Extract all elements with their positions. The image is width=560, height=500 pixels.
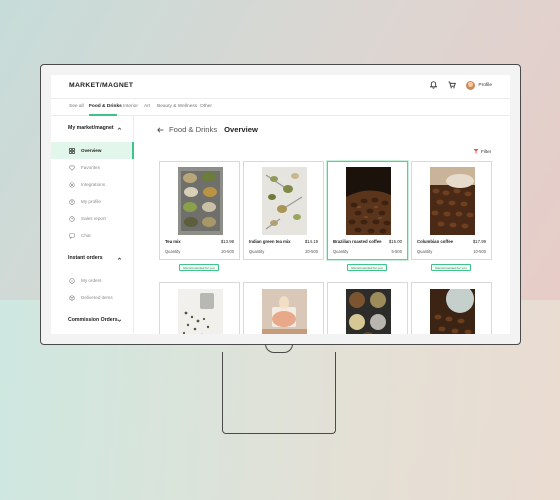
recommended-badge: Recommended for you	[431, 264, 471, 271]
product-card[interactable]	[243, 282, 324, 334]
quantity-label: Quantity	[333, 249, 349, 254]
quantity-range: 5-500	[391, 249, 402, 254]
sidebar-section-my-market[interactable]: My market/magnet	[68, 125, 114, 131]
grid-icon	[69, 147, 75, 154]
chevron-down-icon[interactable]	[117, 318, 122, 323]
sidebar-item-favorites[interactable]: Favorites	[51, 159, 134, 176]
tab-beauty-wellness[interactable]: Beauty & Wellness	[157, 104, 197, 109]
tab-art[interactable]: Art	[144, 104, 150, 109]
category-tabs: See all Food & Drinks Interior Art Beaut…	[51, 99, 510, 116]
quantity-range: 20-500	[221, 249, 234, 254]
profile-label: Profile	[478, 82, 492, 88]
sidebar-item-label: My orders	[81, 278, 102, 283]
tab-see-all[interactable]: See all	[69, 104, 84, 109]
breadcrumb-parent[interactable]: Food & Drinks	[169, 125, 217, 134]
sidebar-item-delivered-items[interactable]: Delivered items	[51, 289, 134, 306]
product-image	[430, 289, 475, 334]
top-actions: Profile	[428, 80, 492, 90]
orders-icon	[69, 277, 75, 284]
delivered-icon	[69, 294, 75, 301]
sidebar-item-label: Delivered items	[81, 295, 113, 300]
product-name: Indian green tea mix	[249, 239, 291, 244]
sidebar-item-label: Overview	[81, 148, 102, 153]
sidebar-item-label: Favorites	[81, 165, 100, 170]
quantity-label: Quantity	[417, 249, 433, 254]
product-price: $15.00	[388, 239, 402, 244]
back-arrow-icon[interactable]	[157, 126, 164, 133]
avatar	[466, 80, 476, 90]
product-name: Columbian coffee	[417, 239, 454, 244]
chart-icon	[69, 215, 75, 222]
heart-icon	[69, 165, 75, 171]
product-image	[262, 289, 307, 334]
sidebar-item-my-profile[interactable]: My profile	[51, 193, 134, 210]
product-image	[178, 289, 223, 334]
sidebar-item-overview[interactable]: Overview	[51, 142, 134, 159]
tab-interior[interactable]: Interior	[123, 104, 138, 109]
breadcrumb: Food & Drinks Overview	[157, 125, 258, 134]
app-logo[interactable]: MARKET/MAGNET	[69, 82, 133, 89]
product-card-tea-mix[interactable]: Tea mix $13.99 Quantity 20-500	[159, 161, 240, 260]
product-card-indian-green-tea[interactable]: Indian green tea mix $14.19 Quantity 20-…	[243, 161, 324, 260]
product-image-brazilian-coffee	[346, 167, 391, 235]
product-name: Brazilian roasted coffee	[333, 239, 382, 244]
monitor-frame: MARKET/MAGNET Profile See all Food & Dri…	[40, 64, 521, 345]
tab-food-drinks[interactable]: Food & Drinks	[89, 104, 122, 109]
sidebar-item-my-orders[interactable]: My orders	[51, 272, 134, 289]
filter-button[interactable]: Filter	[473, 148, 491, 154]
cart-icon[interactable]	[447, 80, 457, 90]
sidebar-item-label: Sales report	[81, 216, 106, 221]
filter-label: Filter	[481, 148, 492, 154]
sidebar: My market/magnet Overview Favorites Inte…	[51, 116, 134, 334]
chevron-up-icon[interactable]	[117, 256, 122, 261]
chat-icon	[69, 232, 75, 239]
filter-icon	[473, 149, 479, 154]
recommended-badge: Recommended for you	[179, 264, 219, 271]
page-title: Overview	[224, 125, 258, 134]
product-image-columbian-coffee	[430, 167, 475, 235]
quantity-label: Quantity	[165, 249, 181, 254]
bell-icon[interactable]	[428, 80, 438, 90]
product-image-indian-green-tea	[262, 167, 307, 235]
product-name: Tea mix	[165, 239, 181, 244]
product-card[interactable]	[411, 282, 492, 334]
product-card[interactable]	[159, 282, 240, 334]
settings-icon	[69, 181, 75, 188]
product-price: $17.99	[472, 239, 486, 244]
product-image	[346, 289, 391, 334]
sidebar-section-commission-orders[interactable]: Commission Orders	[68, 317, 118, 323]
quantity-range: 10-500	[473, 249, 486, 254]
chevron-up-icon[interactable]	[117, 126, 122, 131]
quantity-range: 20-500	[305, 249, 318, 254]
top-bar: MARKET/MAGNET Profile	[51, 75, 510, 99]
recommended-badge: Recommended for you	[347, 264, 387, 271]
product-card[interactable]	[327, 282, 408, 334]
user-icon	[69, 198, 75, 205]
product-image-tea-mix	[178, 167, 223, 235]
product-price: $13.99	[220, 239, 234, 244]
profile-menu[interactable]: Profile	[466, 80, 492, 90]
sidebar-item-label: Integrations	[81, 182, 106, 187]
tab-other[interactable]: Other	[200, 104, 212, 109]
sidebar-item-label: Chat	[81, 233, 91, 238]
sidebar-item-chat[interactable]: Chat	[51, 227, 134, 244]
product-price: $14.19	[304, 239, 318, 244]
sidebar-item-integrations[interactable]: Integrations	[51, 176, 134, 193]
sidebar-section-instant-orders[interactable]: Instant orders	[68, 255, 103, 261]
app-screen: MARKET/MAGNET Profile See all Food & Dri…	[51, 75, 510, 334]
sidebar-item-label: My profile	[81, 199, 101, 204]
product-card-brazilian-coffee[interactable]: Brazilian roasted coffee $15.00 Quantity…	[327, 161, 408, 260]
quantity-label: Quantity	[249, 249, 265, 254]
sidebar-item-sales-report[interactable]: Sales report	[51, 210, 134, 227]
product-card-columbian-coffee[interactable]: Columbian coffee $17.99 Quantity 10-500	[411, 161, 492, 260]
monitor-stand	[222, 352, 336, 434]
